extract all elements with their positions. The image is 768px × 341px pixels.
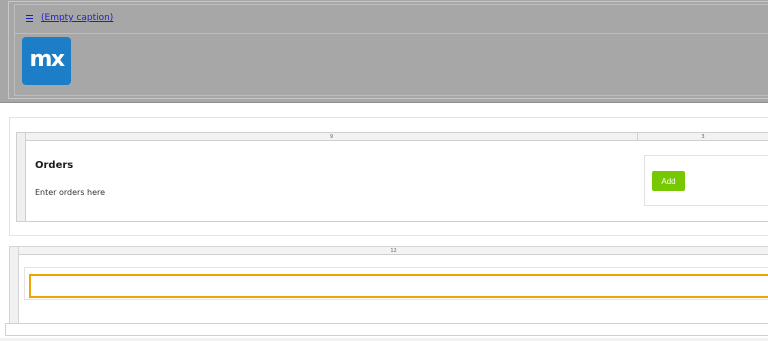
column-header-3: 3 [638, 133, 768, 141]
logo-text: mx [29, 47, 65, 72]
orders-title: Orders [35, 160, 74, 171]
hamburger-icon[interactable] [26, 14, 33, 22]
mendix-logo: mx [22, 37, 71, 85]
row-gutter [17, 133, 26, 221]
orders-subtitle: Enter orders here [35, 188, 106, 197]
layout-grid-orders: 9 3 Orders Enter orders here Add [16, 132, 768, 222]
row-gutter-2 [10, 247, 19, 327]
header-divider [14, 33, 768, 34]
orders-container: 9 3 Orders Enter orders here Add [9, 117, 768, 236]
drop-zone[interactable] [5, 323, 768, 336]
navigation-caption: (Empty caption) [26, 11, 113, 25]
add-button-container: Add [644, 155, 768, 206]
input-wrapper [24, 267, 768, 300]
page-body: 9 3 Orders Enter orders here Add 12 [0, 103, 768, 341]
header-region: (Empty caption) mx [0, 0, 768, 103]
column-header-12: 12 [19, 247, 768, 255]
layout-grid-input: 12 [9, 246, 768, 328]
add-button[interactable]: Add [652, 171, 685, 191]
empty-caption-link[interactable]: (Empty caption) [41, 13, 113, 23]
column-header-9: 9 [26, 133, 638, 141]
selected-text-input[interactable] [29, 274, 768, 298]
header-inner-container [14, 4, 768, 96]
